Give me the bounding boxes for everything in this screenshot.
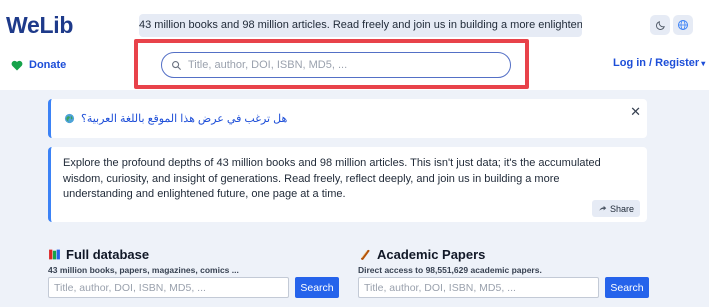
full-database-search-input[interactable]: Title, author, DOI, ISBN, MD5, ... — [48, 277, 289, 298]
academic-papers-title: Academic Papers — [377, 247, 486, 262]
full-database-search-button[interactable]: Search — [295, 277, 339, 298]
moon-icon — [655, 20, 665, 30]
globe-icon — [678, 20, 688, 30]
books-icon — [49, 249, 60, 260]
language-button[interactable] — [673, 15, 693, 35]
full-database-title: Full database — [66, 247, 150, 262]
full-database-search-row: Title, author, DOI, ISBN, MD5, ... Searc… — [48, 277, 339, 298]
donate-label: Donate — [29, 59, 67, 71]
full-database-subtitle: 43 million books, papers, magazines, com… — [48, 265, 239, 275]
academic-papers-search-row: Title, author, DOI, ISBN, MD5, ... Searc… — [358, 277, 649, 298]
paper-scroll-icon — [360, 249, 370, 260]
login-label: Log in / Register — [613, 57, 700, 69]
donate-link[interactable]: Donate — [11, 59, 66, 71]
site-logo[interactable]: WeLib — [6, 12, 73, 39]
intro-text: Explore the profound depths of 43 millio… — [63, 157, 601, 200]
share-icon — [599, 205, 607, 211]
close-button[interactable]: ✕ — [630, 105, 641, 118]
academic-papers-section: Academic Papers Direct access to 98,551,… — [358, 247, 542, 275]
share-button[interactable]: Share — [591, 200, 640, 217]
globe-icon — [64, 113, 75, 124]
academic-papers-subtitle: Direct access to 98,551,629 academic pap… — [358, 265, 542, 275]
language-suggestion-text: هل ترغب في عرض هذا الموقع باللغة العربية… — [81, 113, 288, 125]
main-search-bar[interactable] — [161, 52, 511, 78]
announcement-banner: 43 million books and 98 million articles… — [139, 14, 582, 37]
theme-toggle-button[interactable] — [650, 15, 670, 35]
language-suggestion-card: هل ترغب في عرض هذا الموقع باللغة العربية… — [48, 99, 647, 138]
intro-card: Explore the profound depths of 43 millio… — [48, 147, 647, 222]
site-header: WeLib 43 million books and 98 million ar… — [0, 0, 709, 90]
language-suggestion-link[interactable]: هل ترغب في عرض هذا الموقع باللغة العربية… — [64, 112, 287, 125]
login-register-link[interactable]: Log in / Register ▾ — [613, 57, 705, 69]
heart-icon — [11, 60, 23, 70]
chevron-down-icon: ▾ — [701, 58, 706, 68]
academic-papers-search-button[interactable]: Search — [605, 277, 649, 298]
share-label: Share — [609, 203, 634, 214]
main-search-input[interactable] — [188, 59, 488, 71]
full-database-section: Full database 43 million books, papers, … — [48, 247, 239, 275]
academic-papers-search-input[interactable]: Title, author, DOI, ISBN, MD5, ... — [358, 277, 599, 298]
search-icon — [172, 60, 182, 70]
search-highlight-box — [134, 39, 529, 89]
